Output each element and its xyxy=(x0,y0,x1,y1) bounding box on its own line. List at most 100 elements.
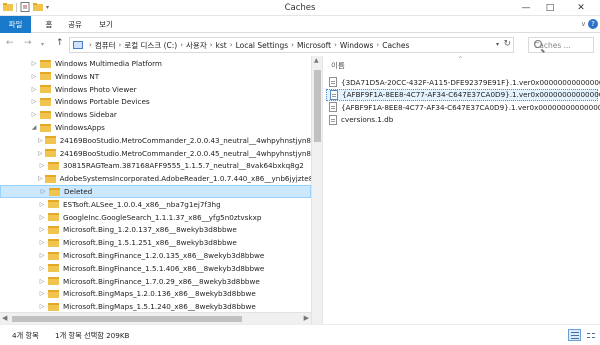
up-button[interactable]: ↑ xyxy=(56,38,64,48)
file-row[interactable]: {AFBF9F1A-8EE8-4C77-AF34-C647E37CA0D9}.1… xyxy=(326,101,600,113)
tree-item[interactable]: ▷ Windows Sidebar xyxy=(0,108,311,121)
tree-item[interactable]: ▷ Microsoft.Bing_1.2.0.137_x86__8wekyb3d8… xyxy=(0,223,311,236)
horizontal-scrollbar[interactable]: ◀ ▶ xyxy=(0,312,311,324)
scrollbar-thumb[interactable] xyxy=(314,70,321,142)
tab-home[interactable]: 홈 xyxy=(36,16,62,33)
tree-item[interactable]: ▷ Microsoft.BingFinance_1.2.0.135_x86__8w… xyxy=(0,249,311,262)
tree-item[interactable]: ▷ 24169BooStudio.MetroCommander_2.0.0.45_… xyxy=(0,147,311,160)
tree-item[interactable]: ▷ Windows Photo Viewer xyxy=(0,83,311,96)
tree-item[interactable]: ▷ Microsoft.BingMaps_1.2.0.136_x86__8weky… xyxy=(0,287,311,300)
chevron-right-icon[interactable]: ▷ xyxy=(38,265,46,272)
breadcrumb-kst[interactable]: kst xyxy=(216,41,227,50)
chevron-right-icon[interactable]: ▷ xyxy=(38,201,46,208)
file-row[interactable]: cversions.1.db xyxy=(326,114,598,126)
breadcrumb-local-settings[interactable]: Local Settings xyxy=(236,41,289,50)
breadcrumb-computer[interactable]: 컴퓨터 xyxy=(95,40,116,51)
file-row[interactable]: {AFBF9F1A-8EE8-4C77-AF34-C647E37CA0D9}.1… xyxy=(326,88,600,101)
maximize-button[interactable]: □ xyxy=(538,0,562,16)
search-box[interactable]: Caches ... xyxy=(528,37,594,53)
chevron-right-icon[interactable]: › xyxy=(210,41,213,49)
scroll-left-icon[interactable]: ◀ xyxy=(2,314,7,322)
chevron-right-icon[interactable]: ▷ xyxy=(38,303,46,310)
tree-item[interactable]: ▷ Deleted xyxy=(0,185,311,198)
ribbon-expand-icon[interactable]: ∨ xyxy=(581,20,586,28)
chevron-right-icon[interactable]: › xyxy=(89,41,92,49)
db-file-icon xyxy=(329,77,337,87)
tree-item[interactable]: ▷ 30815RAGTeam.387168AFF9555_1.1.5.7_neut… xyxy=(0,159,311,172)
breadcrumb-caches[interactable]: Caches xyxy=(382,41,409,50)
recent-locations-icon[interactable]: ▾ xyxy=(41,41,44,48)
folder-icon xyxy=(40,110,51,119)
chevron-right-icon[interactable]: ▷ xyxy=(38,226,46,233)
chevron-right-icon[interactable]: ▷ xyxy=(38,175,43,182)
horizontal-scrollbar-thumb[interactable] xyxy=(12,316,242,322)
file-list[interactable]: 이름 ^ {3DA71D5A-20CC-432F-A115-DFE92379E9… xyxy=(323,56,600,324)
tree-item[interactable]: ◢ WindowsApps xyxy=(0,121,311,134)
address-dropdown-icon[interactable]: ▾ xyxy=(496,41,499,48)
chevron-right-icon[interactable]: ▷ xyxy=(38,290,46,297)
chevron-right-icon[interactable]: ▷ xyxy=(30,73,38,80)
tree-item[interactable]: ▷ Windows NT xyxy=(0,70,311,83)
tab-view[interactable]: 보기 xyxy=(93,16,119,33)
chevron-right-icon[interactable]: ▷ xyxy=(30,98,38,105)
chevron-right-icon[interactable]: › xyxy=(334,41,337,49)
chevron-right-icon[interactable]: ▷ xyxy=(30,60,38,67)
breadcrumb-windows[interactable]: Windows xyxy=(340,41,373,50)
chevron-right-icon[interactable]: ▷ xyxy=(38,252,46,259)
tree-item-label: Microsoft.BingFinance_1.5.1.406_x86__8we… xyxy=(63,263,265,273)
tree-item-label: 30815RAGTeam.387168AFF9555_1.1.5.7_neutr… xyxy=(63,161,304,171)
forward-button[interactable]: → xyxy=(24,38,32,48)
breadcrumb-microsoft[interactable]: Microsoft xyxy=(297,41,331,50)
tab-file[interactable]: 파일 xyxy=(0,16,31,33)
tree-item-label: Windows NT xyxy=(55,71,100,81)
chevron-right-icon[interactable]: › xyxy=(230,41,233,49)
scroll-up-icon[interactable]: ▲ xyxy=(314,57,319,64)
navigation-pane[interactable]: ▷ Windows Multimedia Platform ▷ Windows NT ▷… xyxy=(0,56,311,324)
tree-item-label: Windows Multimedia Platform xyxy=(55,59,162,68)
tree-item[interactable]: ▷ ESTsoft.ALSee_1.0.0.4_x86__nba7g1ej7f3h… xyxy=(0,198,311,211)
close-button[interactable]: ✕ xyxy=(562,0,600,16)
chevron-right-icon[interactable]: › xyxy=(291,41,294,49)
tree-item-label: ESTsoft.ALSee_1.0.0.4_x86__nba7g1ej7f3hg xyxy=(63,199,221,209)
navigation-pane-scrollbar[interactable]: ▲ xyxy=(311,56,322,324)
tree-item[interactable]: ▷ 24169BooStudio.MetroCommander_2.0.0.43_… xyxy=(0,134,311,147)
large-icons-view-button[interactable] xyxy=(584,329,597,341)
scroll-right-icon[interactable]: ▶ xyxy=(304,314,309,322)
tree-item[interactable]: ▷ Windows Multimedia Platform xyxy=(0,57,311,70)
chevron-right-icon[interactable]: ▷ xyxy=(38,137,43,144)
chevron-right-icon[interactable]: ▷ xyxy=(30,111,38,118)
chevron-right-icon[interactable]: ▷ xyxy=(38,214,46,221)
breadcrumb-users[interactable]: 사용자 xyxy=(186,40,207,51)
chevron-right-icon[interactable]: › xyxy=(119,41,122,49)
file-row[interactable]: {3DA71D5A-20CC-432F-A115-DFE92379E91F}.1… xyxy=(326,76,600,88)
db-file-icon xyxy=(329,114,337,125)
chevron-down-icon[interactable]: ◢ xyxy=(30,124,38,131)
column-header-name[interactable]: 이름 xyxy=(331,60,345,71)
tree-item[interactable]: ▷ AdobeSystemsIncorporated.AdobeReader_1.… xyxy=(0,172,311,185)
chevron-right-icon[interactable]: ▷ xyxy=(38,239,46,246)
address-bar[interactable]: › 컴퓨터 › 로컬 디스크 (C:) › 사용자 › kst › Local … xyxy=(69,37,514,53)
chevron-right-icon[interactable]: ▷ xyxy=(38,278,46,285)
tree-item[interactable]: ▷ Microsoft.BingFinance_1.5.1.406_x86__8w… xyxy=(0,262,311,275)
tree-item-label: Microsoft.Bing_1.2.0.137_x86__8wekyb3d8b… xyxy=(63,225,237,235)
refresh-icon[interactable]: ↻ xyxy=(503,39,511,49)
tab-share[interactable]: 공유 xyxy=(62,16,88,33)
help-icon[interactable]: ? xyxy=(588,19,598,29)
chevron-right-icon[interactable]: ▷ xyxy=(38,150,43,157)
tree-item[interactable]: ▷ Microsoft.BingFinance_1.7.0.29_x86__8we… xyxy=(0,275,311,288)
tree-item[interactable]: ▷ Windows Portable Devices xyxy=(0,95,311,108)
chevron-right-icon[interactable]: › xyxy=(180,41,183,49)
folder-icon xyxy=(40,72,51,81)
chevron-right-icon[interactable]: ▷ xyxy=(39,188,47,195)
details-view-button[interactable] xyxy=(568,329,581,341)
chevron-right-icon[interactable]: ▷ xyxy=(30,86,38,93)
minimize-button[interactable]: — xyxy=(514,0,538,16)
folder-icon xyxy=(48,238,59,247)
back-button[interactable]: ← xyxy=(6,38,14,48)
chevron-right-icon[interactable]: ▷ xyxy=(38,162,46,169)
tree-item[interactable]: ▷ GoogleInc.GoogleSearch_1.1.1.37_x86__yf… xyxy=(0,211,311,224)
chevron-right-icon[interactable]: › xyxy=(376,41,379,49)
search-icon[interactable] xyxy=(534,40,542,48)
breadcrumb-local-disk[interactable]: 로컬 디스크 (C:) xyxy=(124,40,177,51)
tree-item[interactable]: ▷ Microsoft.Bing_1.5.1.251_x86__8wekyb3d8… xyxy=(0,236,311,249)
